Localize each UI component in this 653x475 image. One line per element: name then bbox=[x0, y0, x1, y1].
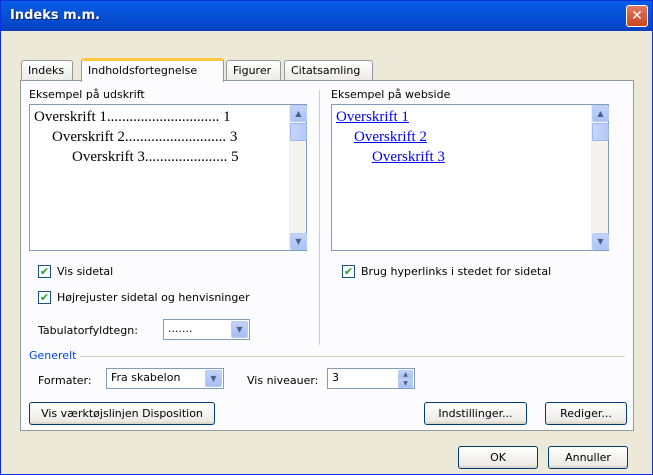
web-preview-box[interactable]: Overskrift 1 Overskrift 2 Overskrift 3 ▲… bbox=[331, 104, 609, 251]
formats-label: Formater: bbox=[38, 374, 92, 387]
cancel-button[interactable]: Annuller bbox=[548, 446, 628, 469]
title-bar[interactable]: Indeks m.m. ✕ bbox=[1, 1, 652, 31]
scroll-down-button[interactable]: ▼ bbox=[592, 233, 609, 250]
spin-up-button[interactable]: ▲ bbox=[398, 370, 413, 379]
tab-leader-label: Tabulatorfyldtegn: bbox=[38, 324, 138, 337]
scroll-down-icon: ▼ bbox=[295, 237, 302, 246]
close-button[interactable]: ✕ bbox=[626, 5, 648, 27]
chevron-down-icon: ▼ bbox=[236, 325, 243, 334]
right-align-checkbox[interactable]: ✔ bbox=[38, 291, 51, 304]
show-page-numbers-checkbox[interactable]: ✔ bbox=[38, 265, 51, 278]
tab-panel: Eksempel på udskrift Overskrift 1.......… bbox=[20, 80, 634, 431]
button-label: OK bbox=[490, 451, 506, 464]
ok-button[interactable]: OK bbox=[458, 446, 538, 469]
spin-down-button[interactable]: ▼ bbox=[398, 379, 413, 388]
scroll-thumb[interactable] bbox=[592, 123, 609, 141]
levels-value: 3 bbox=[332, 371, 339, 384]
web-preview-label: Eksempel på webside bbox=[331, 88, 451, 101]
vertical-divider bbox=[319, 90, 320, 345]
web-preview-link[interactable]: Overskrift 1 bbox=[336, 109, 409, 126]
formats-value: Fra skabelon bbox=[111, 371, 181, 384]
dropdown-button[interactable]: ▼ bbox=[205, 370, 222, 387]
scroll-up-icon: ▲ bbox=[597, 109, 604, 118]
use-hyperlinks-label[interactable]: Brug hyperlinks i stedet for sidetal bbox=[361, 265, 551, 278]
scroll-up-button[interactable]: ▲ bbox=[592, 105, 609, 122]
tab-label: Indholdsfortegnelse bbox=[88, 64, 198, 77]
dialog-window: Indeks m.m. ✕ Indeks Indholdsfortegnelse… bbox=[0, 0, 653, 475]
chevron-down-icon: ▼ bbox=[210, 374, 217, 383]
button-label: Indstillinger... bbox=[438, 407, 513, 420]
button-label: Vis værktøjslinjen Disposition bbox=[41, 407, 203, 420]
scroll-up-button[interactable]: ▲ bbox=[290, 105, 307, 122]
dropdown-button[interactable]: ▼ bbox=[231, 321, 248, 338]
check-icon: ✔ bbox=[39, 265, 50, 278]
web-preview-link[interactable]: Overskrift 2 bbox=[354, 129, 427, 146]
tab-label: Indeks bbox=[28, 64, 65, 77]
chevron-down-icon: ▼ bbox=[403, 380, 408, 387]
button-label: Rediger... bbox=[560, 407, 612, 420]
print-preview-box[interactable]: Overskrift 1............................… bbox=[29, 104, 307, 251]
print-preview-label: Eksempel på udskrift bbox=[29, 88, 145, 101]
levels-spinner[interactable]: 3 ▲ ▼ bbox=[327, 368, 415, 389]
tab-leader-select[interactable]: ....... ▼ bbox=[163, 319, 250, 340]
tab-label: Figurer bbox=[233, 64, 272, 77]
print-preview-line: Overskrift 3...................... 5 bbox=[72, 149, 239, 165]
levels-label: Vis niveauer: bbox=[247, 374, 319, 387]
use-hyperlinks-checkbox[interactable]: ✔ bbox=[342, 265, 355, 278]
group-separator bbox=[29, 356, 625, 357]
settings-button[interactable]: Indstillinger... bbox=[424, 402, 527, 425]
check-icon: ✔ bbox=[39, 291, 50, 304]
tab-label: Citatsamling bbox=[291, 64, 361, 77]
scroll-down-icon: ▼ bbox=[597, 237, 604, 246]
print-preview-scrollbar[interactable]: ▲ ▼ bbox=[289, 105, 307, 250]
dialog-title: Indeks m.m. bbox=[10, 8, 101, 23]
scroll-thumb[interactable] bbox=[290, 123, 307, 141]
tab-indeks[interactable]: Indeks bbox=[21, 60, 73, 81]
chevron-up-icon: ▲ bbox=[403, 371, 408, 378]
scroll-down-button[interactable]: ▼ bbox=[290, 233, 307, 250]
tab-leader-value: ....... bbox=[168, 322, 193, 335]
close-icon: ✕ bbox=[631, 8, 643, 24]
general-group-title: Generelt bbox=[29, 349, 81, 362]
right-align-label[interactable]: Højrejuster sidetal og henvisninger bbox=[57, 291, 250, 304]
scroll-up-icon: ▲ bbox=[295, 109, 302, 118]
print-preview-line: Overskrift 2........................... … bbox=[52, 129, 238, 145]
tab-figurer[interactable]: Figurer bbox=[226, 60, 281, 81]
edit-button[interactable]: Rediger... bbox=[545, 402, 627, 425]
web-preview-scrollbar[interactable]: ▲ ▼ bbox=[591, 105, 609, 250]
formats-select[interactable]: Fra skabelon ▼ bbox=[106, 368, 224, 389]
tab-indholdsfortegnelse[interactable]: Indholdsfortegnelse bbox=[81, 58, 224, 82]
outline-toolbar-button[interactable]: Vis værktøjslinjen Disposition bbox=[29, 402, 215, 425]
button-label: Annuller bbox=[565, 451, 611, 464]
show-page-numbers-label[interactable]: Vis sidetal bbox=[57, 265, 113, 278]
web-preview-link[interactable]: Overskrift 3 bbox=[372, 149, 445, 166]
tab-citatsamling[interactable]: Citatsamling bbox=[284, 60, 373, 81]
print-preview-line: Overskrift 1............................… bbox=[34, 109, 231, 125]
check-icon: ✔ bbox=[343, 265, 354, 278]
